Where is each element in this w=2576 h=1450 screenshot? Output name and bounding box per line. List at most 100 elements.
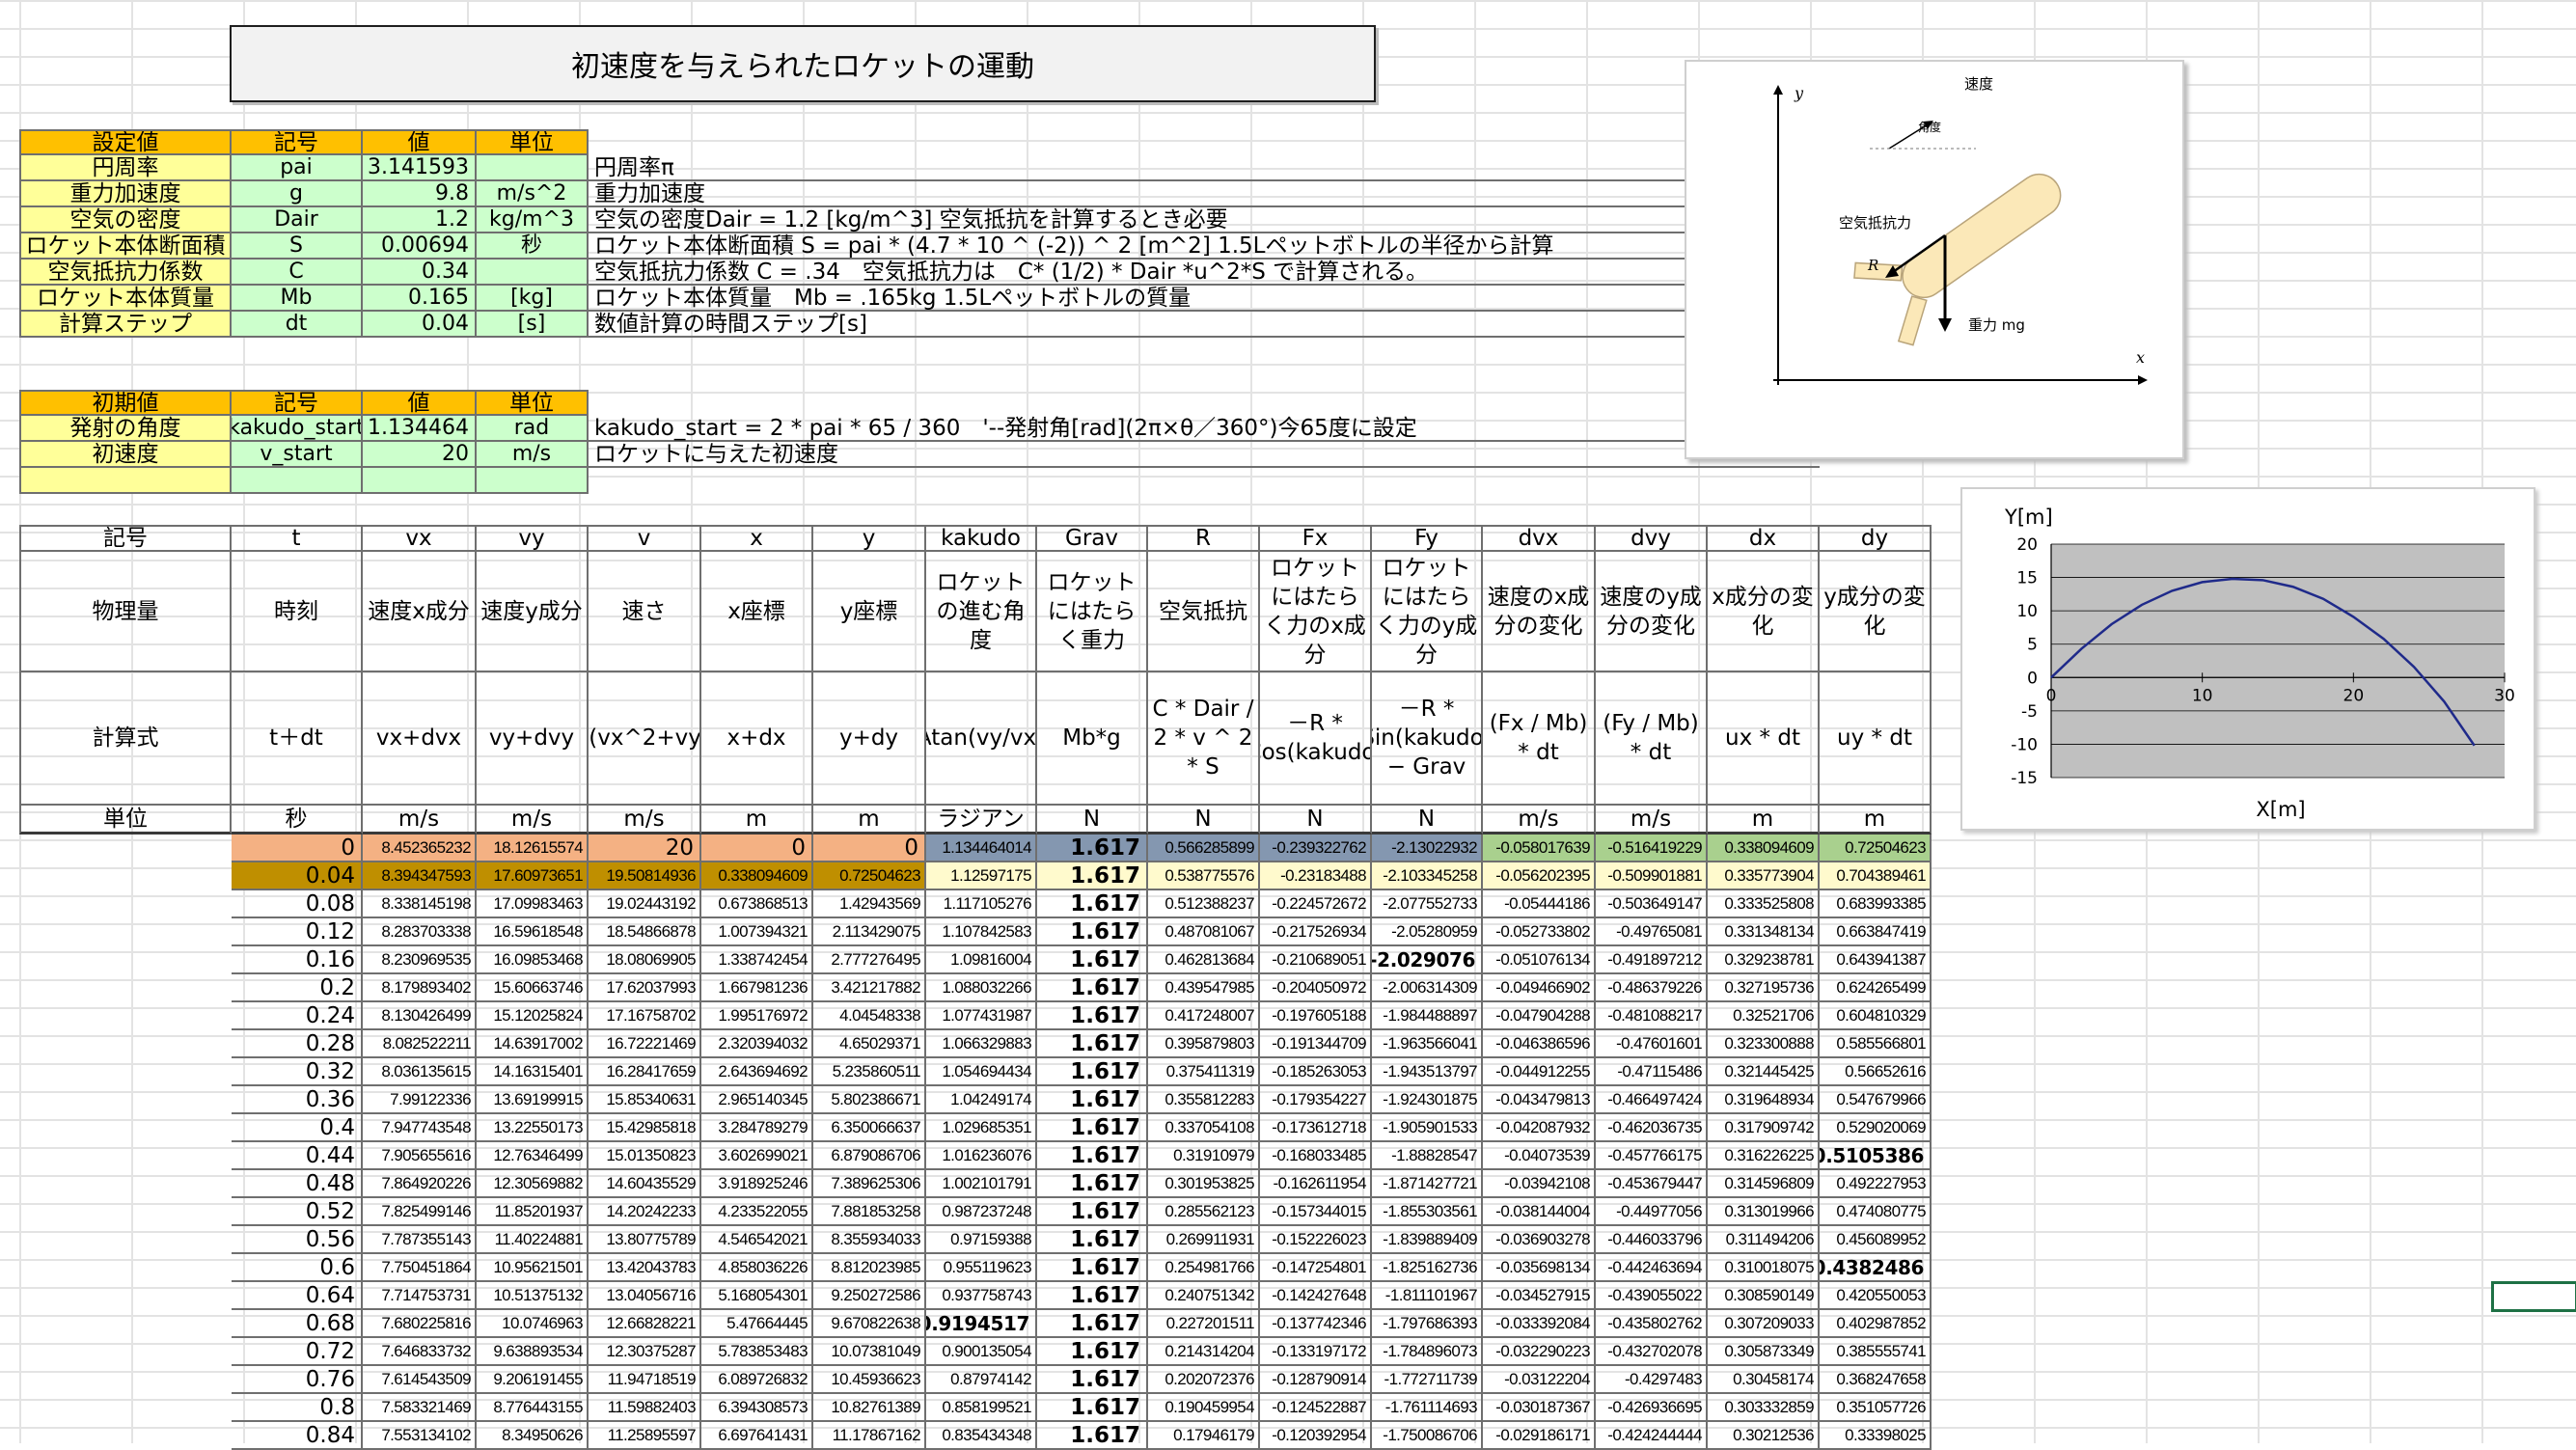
formula-header[interactable]: ux * dt [1708,672,1820,806]
data-cell[interactable]: -0.052733802 [1483,918,1596,946]
quantity-header[interactable]: 速さ [589,552,701,672]
data-cell[interactable]: 0.301953825 [1148,1170,1260,1198]
data-cell[interactable]: 1.995176972 [701,1002,813,1030]
data-cell[interactable]: 0.254981766 [1148,1254,1260,1282]
quantity-header[interactable]: 速度x成分 [363,552,477,672]
data-cell[interactable]: 0.285562123 [1148,1198,1260,1226]
data-cell[interactable]: 0.663847419 [1820,918,1932,946]
data-cell[interactable]: -0.224572672 [1260,890,1372,918]
unit-header[interactable]: m/s [1483,806,1596,834]
data-cell[interactable]: 0.72 [232,1338,363,1366]
data-cell[interactable]: 0.955119623 [926,1254,1037,1282]
data-cell[interactable]: 13.04056716 [589,1282,701,1310]
data-cell[interactable]: 7.583321469 [363,1394,477,1422]
symbol-header[interactable]: x [701,525,813,552]
unit-header[interactable]: m/s [1596,806,1708,834]
data-cell[interactable]: -0.043479813 [1483,1086,1596,1114]
data-cell[interactable]: 0.6 [232,1254,363,1282]
data-cell[interactable]: 1.029685351 [926,1114,1037,1142]
setting-unit[interactable] [477,155,589,181]
data-cell[interactable]: 6.697641431 [701,1422,813,1450]
data-cell[interactable]: 15.01350823 [589,1142,701,1170]
data-cell[interactable]: 1.09816004 [926,946,1037,974]
data-cell[interactable]: 1.054694434 [926,1058,1037,1086]
data-cell[interactable]: 0.456089952 [1820,1226,1932,1254]
setting-value[interactable]: 0.04 [363,312,477,338]
data-cell[interactable]: 0.331348134 [1708,918,1820,946]
data-cell[interactable]: -2.029076 [1372,946,1483,974]
quantity-header[interactable]: ロケットにはたらく重力 [1037,552,1148,672]
data-cell[interactable]: -0.446033796 [1596,1226,1708,1254]
quantity-header[interactable]: ロケットにはたらく力のy成分 [1372,552,1483,672]
data-cell[interactable]: 16.72221469 [589,1030,701,1058]
data-cell[interactable]: -0.44977056 [1596,1198,1708,1226]
data-cell[interactable]: 6.350066637 [813,1114,926,1142]
data-cell[interactable]: -0.424244444 [1596,1422,1708,1450]
data-cell[interactable]: 15.85340631 [589,1086,701,1114]
data-cell[interactable]: -1.924301875 [1372,1086,1483,1114]
setting-note[interactable]: 数値計算の時間ステップ[s] [589,312,1686,338]
settings-header-1[interactable]: 記号 [232,129,363,155]
data-cell[interactable]: 18.12615574 [477,834,589,862]
data-cell[interactable]: 10.95621501 [477,1254,589,1282]
data-cell[interactable]: -1.88828547 [1372,1142,1483,1170]
data-cell[interactable]: 0.385555741 [1820,1338,1932,1366]
data-cell[interactable]: 0.30212536 [1708,1422,1820,1450]
data-cell[interactable]: -0.047904288 [1483,1002,1596,1030]
setting-symbol[interactable]: Mb [232,286,363,312]
data-cell[interactable]: -0.034527915 [1483,1282,1596,1310]
data-cell[interactable]: 0.17946179 [1148,1422,1260,1450]
data-cell[interactable]: 0.316226225 [1708,1142,1820,1170]
data-cell[interactable]: 0.321445425 [1708,1058,1820,1086]
formula-header[interactable]: vx+dvx [363,672,477,806]
data-cell[interactable]: 9.638893534 [477,1338,589,1366]
initial-symbol[interactable]: kakudo_start [232,416,363,442]
data-cell[interactable]: 0.64 [232,1282,363,1310]
setting-value[interactable]: 3.141593 [363,155,477,181]
data-cell[interactable]: 8.34950626 [477,1422,589,1450]
unit-header[interactable]: ラジアン [926,806,1037,834]
quantity-header[interactable]: x成分の変化 [1708,552,1820,672]
data-cell[interactable]: 0.72504623 [813,862,926,890]
data-cell[interactable]: -0.47115486 [1596,1058,1708,1086]
data-cell[interactable]: 7.680225816 [363,1310,477,1338]
data-cell[interactable]: -1.905901533 [1372,1114,1483,1142]
data-cell[interactable]: 2.643694692 [701,1058,813,1086]
data-cell[interactable]: -0.133197172 [1260,1338,1372,1366]
setting-unit[interactable] [477,260,589,286]
data-cell[interactable]: -0.035698134 [1483,1254,1596,1282]
data-cell[interactable]: 0.323300888 [1708,1030,1820,1058]
data-cell[interactable]: 0.538775576 [1148,862,1260,890]
data-cell[interactable]: 0.858199521 [926,1394,1037,1422]
symbol-header[interactable]: Grav [1037,525,1148,552]
data-cell[interactable]: 0.24 [232,1002,363,1030]
data-cell[interactable]: 9.250272586 [813,1282,926,1310]
data-cell[interactable]: 4.233522055 [701,1198,813,1226]
setting-value[interactable]: 0.00694 [363,233,477,260]
data-cell[interactable]: 0.704389461 [1820,862,1932,890]
data-cell[interactable]: -0.217526934 [1260,918,1372,946]
data-cell[interactable]: 1.617 [1037,1142,1148,1170]
data-cell[interactable]: -0.442463694 [1596,1254,1708,1282]
data-cell[interactable]: 12.76346499 [477,1142,589,1170]
data-cell[interactable]: 17.60973651 [477,862,589,890]
data-cell[interactable]: 5.47664445 [701,1310,813,1338]
unit-header[interactable]: m/s [589,806,701,834]
data-cell[interactable]: 8.812023985 [813,1254,926,1282]
data-cell[interactable]: -2.077552733 [1372,890,1483,918]
data-cell[interactable]: 2.777276495 [813,946,926,974]
data-cell[interactable]: 0 [701,834,813,862]
data-cell[interactable]: 0.48 [232,1170,363,1198]
data-cell[interactable]: 0.227201511 [1148,1310,1260,1338]
data-cell[interactable]: 1.617 [1037,1170,1148,1198]
data-cell[interactable]: 0.4 [232,1114,363,1142]
setting-note[interactable]: 円周率π [589,155,1686,181]
data-cell[interactable]: 0.368247658 [1820,1366,1932,1394]
data-cell[interactable]: 0.313019966 [1708,1198,1820,1226]
data-cell[interactable]: -0.036903278 [1483,1226,1596,1254]
unit-header[interactable]: m [813,806,926,834]
data-cell[interactable]: -0.239322762 [1260,834,1372,862]
symbol-header[interactable]: 記号 [19,525,232,552]
initial-value[interactable]: 1.134464 [363,416,477,442]
formula-header[interactable]: sqrt(vx^2+vy^2) [589,672,701,806]
